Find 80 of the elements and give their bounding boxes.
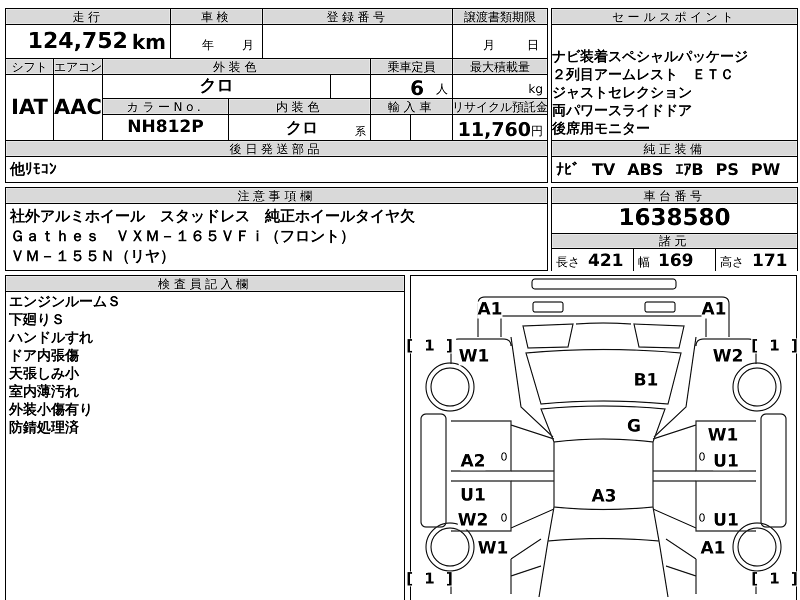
column-header: 車台番号: [552, 188, 797, 203]
inspector-note: 防錆処理済: [9, 419, 80, 437]
unit-label: km: [132, 28, 166, 56]
column-header: 登録番号: [263, 9, 452, 24]
mileage-value: 124,752: [28, 28, 128, 56]
damage-code: A2: [460, 454, 486, 470]
column-header: 検査員記入欄: [6, 276, 404, 291]
inspector-note: 外装小傷有り: [9, 401, 94, 419]
unit-label: 月: [483, 37, 495, 54]
spec-value: 171: [752, 250, 788, 273]
note-line: Ｇａｔｈｅｓ ＶＸＭ－１６５ＶＦｉ（フロント）: [10, 226, 356, 246]
equipment-item: PS: [716, 158, 739, 180]
column-header: 諸元: [552, 234, 797, 248]
chassis-number-value: 1638580: [552, 204, 797, 233]
tread-depth: 0: [698, 512, 706, 524]
parts-value: 他ﾘﾓｺﾝ: [6, 157, 547, 182]
inspector-note: ドア内張傷: [9, 347, 80, 365]
tread-depth: 0: [500, 452, 508, 462]
column-header: シフト: [6, 59, 53, 74]
column-header: カラーNo.: [103, 99, 228, 114]
note-line: ＶＭ－１５５Ｎ（リヤ）: [10, 246, 176, 266]
sale-point: 両パワースライドドア: [552, 102, 693, 120]
column-header: 外装色: [103, 59, 370, 74]
sale-point: ジャストセレクション: [552, 84, 693, 102]
spec-value: 169: [658, 250, 694, 273]
tire-rating: [ 1 ]: [751, 338, 800, 354]
unit-label: 日: [527, 37, 539, 54]
inspector-note: 下廻りＳ: [9, 311, 66, 329]
exterior-color-value: クロ: [103, 75, 330, 98]
equipment-item: ABS: [627, 158, 664, 180]
tire-rating: [ 1 ]: [751, 572, 800, 586]
column-header: 車検: [171, 9, 262, 24]
equipment-item: TV: [592, 158, 616, 180]
sale-point: ナビ装着スペシャルパッケージ: [552, 48, 749, 66]
unit-label: 系: [355, 124, 366, 140]
sale-point: ２列目アームレスト ＥＴＣ: [552, 66, 735, 84]
shift-value: IAT: [6, 75, 53, 140]
damage-code: A1: [702, 302, 726, 318]
equipment-item: ｴｱB: [675, 158, 704, 180]
unit-label: kg: [528, 81, 543, 98]
tread-depth: 0: [500, 512, 508, 524]
damage-code: W1: [458, 348, 490, 366]
spec-value: 421: [588, 250, 624, 273]
column-header: 走行: [6, 9, 170, 24]
unit-label: 年: [202, 37, 214, 54]
inspector-note: 天張しみ小: [9, 365, 80, 383]
interior-color-value: クロ: [286, 116, 318, 138]
inspector-note: エンジンルームＳ: [9, 293, 122, 311]
damage-code: W2: [458, 512, 488, 530]
column-header: 純正装備: [552, 141, 797, 156]
column-header: 内装色: [229, 99, 370, 114]
equipment-item: ﾅﾋﾞ: [556, 158, 580, 180]
aircon-value: AAC: [54, 75, 102, 140]
tire-rating: [ 1 ]: [406, 338, 456, 354]
sale-point: 後席用モニター: [552, 120, 651, 138]
column-header: 乗車定員: [371, 59, 452, 74]
column-header: 最大積載量: [453, 59, 547, 74]
column-header: 後日発送部品: [6, 141, 547, 156]
inspector-note: 室内薄汚れ: [9, 383, 80, 401]
column-header: 注意事項欄: [6, 188, 547, 203]
unit-label: 円: [531, 123, 543, 140]
tread-depth: 0: [698, 452, 706, 462]
note-line: 社外アルミホイール スタッドレス 純正ホイールタイヤ欠: [10, 206, 416, 226]
spec-label: 幅: [638, 254, 650, 271]
color-number-value: NH812P: [103, 115, 228, 140]
damage-code: A1: [478, 302, 502, 318]
damage-code: U1: [713, 454, 739, 470]
recycle-fee-value: 11,760: [458, 121, 531, 140]
column-header: 譲渡書類期限: [453, 9, 547, 24]
unit-label: 月: [242, 37, 254, 54]
column-header: エアコン: [54, 59, 102, 74]
column-header: 輸入車: [371, 99, 452, 114]
column-header: セールスポイント: [552, 9, 797, 24]
inspector-note: ハンドルすれ: [9, 329, 94, 347]
column-header: リサイクル預託金: [453, 99, 547, 114]
spec-label: 長さ: [556, 254, 580, 271]
spec-label: 高さ: [720, 254, 744, 271]
capacity-value: 6: [410, 78, 424, 98]
equipment-item: PW: [750, 158, 780, 180]
unit-label: 人: [436, 81, 448, 98]
